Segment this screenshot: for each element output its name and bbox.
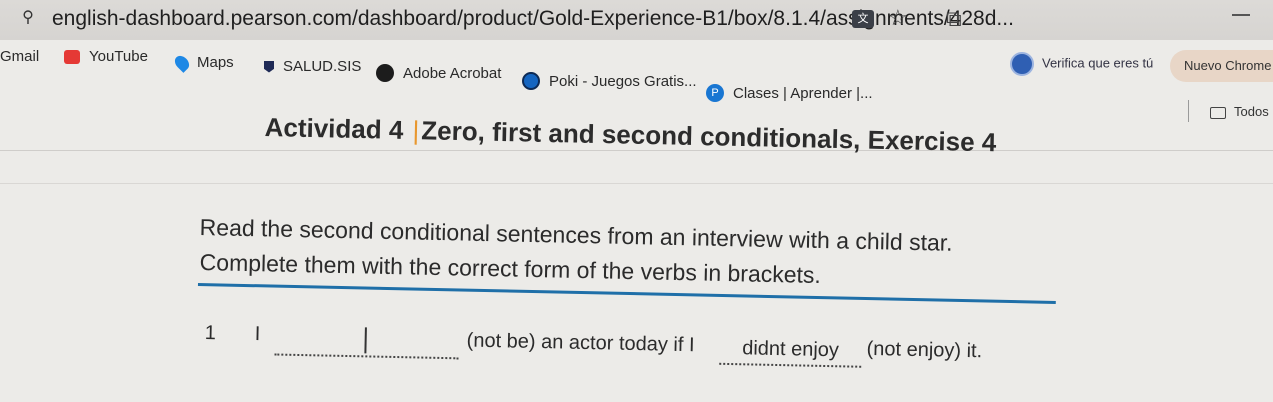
youtube-icon <box>64 49 80 64</box>
question-end-text: (not enjoy) it. <box>866 337 983 363</box>
instruction-underline <box>197 283 1056 304</box>
extensions-icon[interactable]: ⧉ <box>946 6 962 32</box>
instruction-line-2: Complete them with the correct form of t… <box>199 249 822 289</box>
activity-number: Actividad 4 <box>264 112 404 145</box>
maps-icon <box>172 52 192 73</box>
all-bookmarks-button[interactable]: Todos l <box>1210 104 1273 119</box>
minimize-icon[interactable] <box>1232 14 1250 16</box>
bookmarks-divider <box>1188 100 1189 122</box>
bookmark-clases[interactable]: P Clases | Aprender |... <box>706 84 873 102</box>
all-bookmarks-label: Todos l <box>1234 104 1273 119</box>
question-row: 1 I (not be) an actor today if I (not en… <box>204 322 1025 375</box>
adobe-icon <box>376 64 394 82</box>
divider <box>0 183 1273 184</box>
bookmark-label: Clases | Aprender |... <box>733 84 873 102</box>
star-icon[interactable]: ☆ <box>888 5 908 31</box>
bookmark-gmail[interactable]: Gmail <box>0 48 39 65</box>
question-number: 1 <box>204 322 217 345</box>
question-subject: I <box>254 323 261 346</box>
answer-input-1[interactable] <box>274 323 459 360</box>
browser-toolbar: ⚲ english-dashboard.pearson.com/dashboar… <box>0 0 1273 40</box>
title-separator: | <box>412 115 420 146</box>
bookmark-maps[interactable]: Maps <box>172 52 234 73</box>
bookmarks-bar: Gmail YouTube Maps SALUD.SIS Adobe Acrob… <box>0 42 1273 102</box>
translate-icon[interactable]: 文 <box>852 10 874 28</box>
question-middle-text: (not be) an actor today if I <box>466 329 695 357</box>
instruction-line-1: Read the second conditional sentences fr… <box>199 214 953 256</box>
answer-input-2[interactable] <box>719 332 862 368</box>
activity-title: Zero, first and second conditionals, Exe… <box>421 115 997 158</box>
tune-icon[interactable]: ⚲ <box>14 6 42 30</box>
bookmark-poki[interactable]: Poki - Juegos Gratis... <box>522 72 697 90</box>
bookmark-label: Poki - Juegos Gratis... <box>549 72 697 90</box>
bookmark-label: Adobe Acrobat <box>403 64 502 82</box>
bookmark-adobe[interactable]: Adobe Acrobat <box>376 64 501 82</box>
poki-icon <box>522 72 540 90</box>
bookmark-label: Maps <box>197 54 234 71</box>
salud-icon <box>264 60 274 73</box>
page-title: Actividad 4 |Zero, first and second cond… <box>264 112 996 158</box>
bookmark-youtube[interactable]: YouTube <box>64 48 148 65</box>
clases-icon: P <box>706 84 724 102</box>
folder-icon <box>1210 106 1226 119</box>
bookmark-label: Gmail <box>0 48 40 65</box>
bookmark-label: SALUD.SIS <box>283 58 362 75</box>
bookmark-salud[interactable]: SALUD.SIS <box>264 58 361 75</box>
bookmark-label: YouTube <box>89 48 148 65</box>
